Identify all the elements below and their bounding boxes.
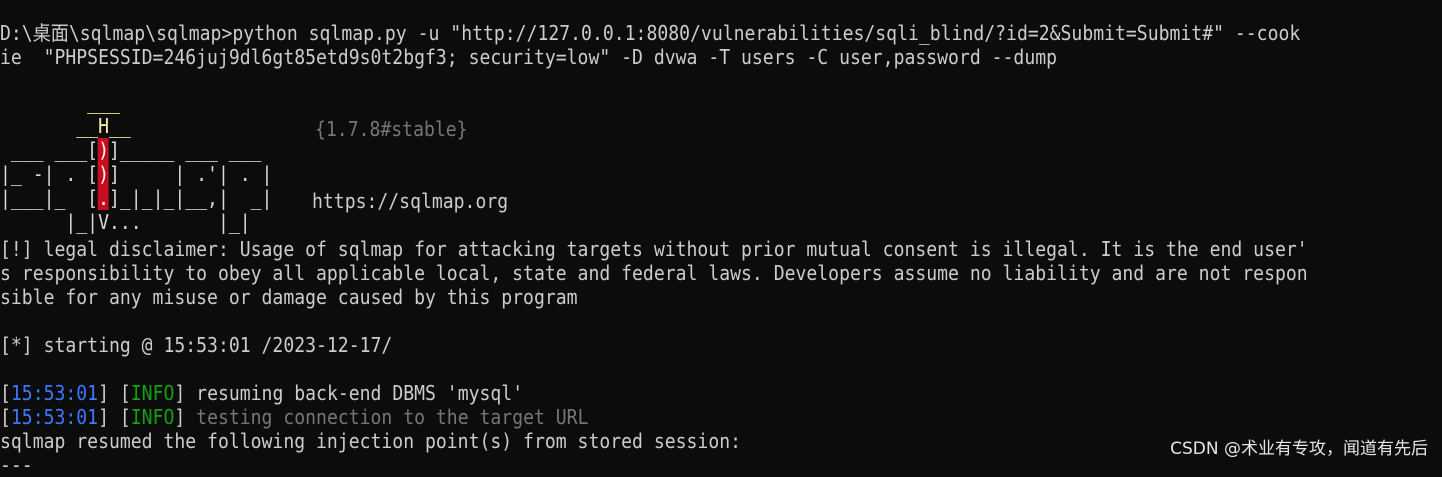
log-line-1: [15:53:01] [INFO] resuming back-end DBMS… xyxy=(0,381,524,405)
banner-version: {1.7.8#stable} xyxy=(315,117,468,141)
log-time: 15:53:01 xyxy=(10,381,99,405)
starting-line: [*] starting @ 15:53:01 /2023-12-17/ xyxy=(0,333,393,357)
terminal-window[interactable]: D:\桌面\sqlmap\sqlmap>python sqlmap.py -u … xyxy=(0,0,1442,477)
separator-line: --- xyxy=(0,453,33,477)
resumed-line: sqlmap resumed the following injection p… xyxy=(0,429,742,453)
banner-url: https://sqlmap.org xyxy=(312,189,509,213)
log-time: 15:53:01 xyxy=(10,405,99,429)
log-level: INFO xyxy=(130,405,175,429)
disclaimer-line-3: sible for any misuse or damage caused by… xyxy=(0,285,578,309)
log-message: testing connection to the target URL xyxy=(196,405,589,429)
log-line-2: [15:53:01] [INFO] testing connection to … xyxy=(0,405,589,429)
command-line-2: ie "PHPSESSID=246juj9dl6gt85etd9s0t2bgf3… xyxy=(0,45,1058,69)
log-message: resuming back-end DBMS 'mysql' xyxy=(196,381,524,405)
command-line-1: D:\桌面\sqlmap\sqlmap>python sqlmap.py -u … xyxy=(0,21,1301,45)
disclaimer-line-1: [!] legal disclaimer: Usage of sqlmap fo… xyxy=(0,237,1308,261)
log-level: INFO xyxy=(130,381,175,405)
csdn-watermark: CSDN @术业有专攻，闻道有先后 xyxy=(1170,439,1428,459)
disclaimer-line-2: s responsibility to obey all applicable … xyxy=(0,261,1308,285)
sqlmap-ascii-logo: ___ __H__ ___ ___[)]_____ ___ ___ |_ -| … xyxy=(0,90,273,234)
